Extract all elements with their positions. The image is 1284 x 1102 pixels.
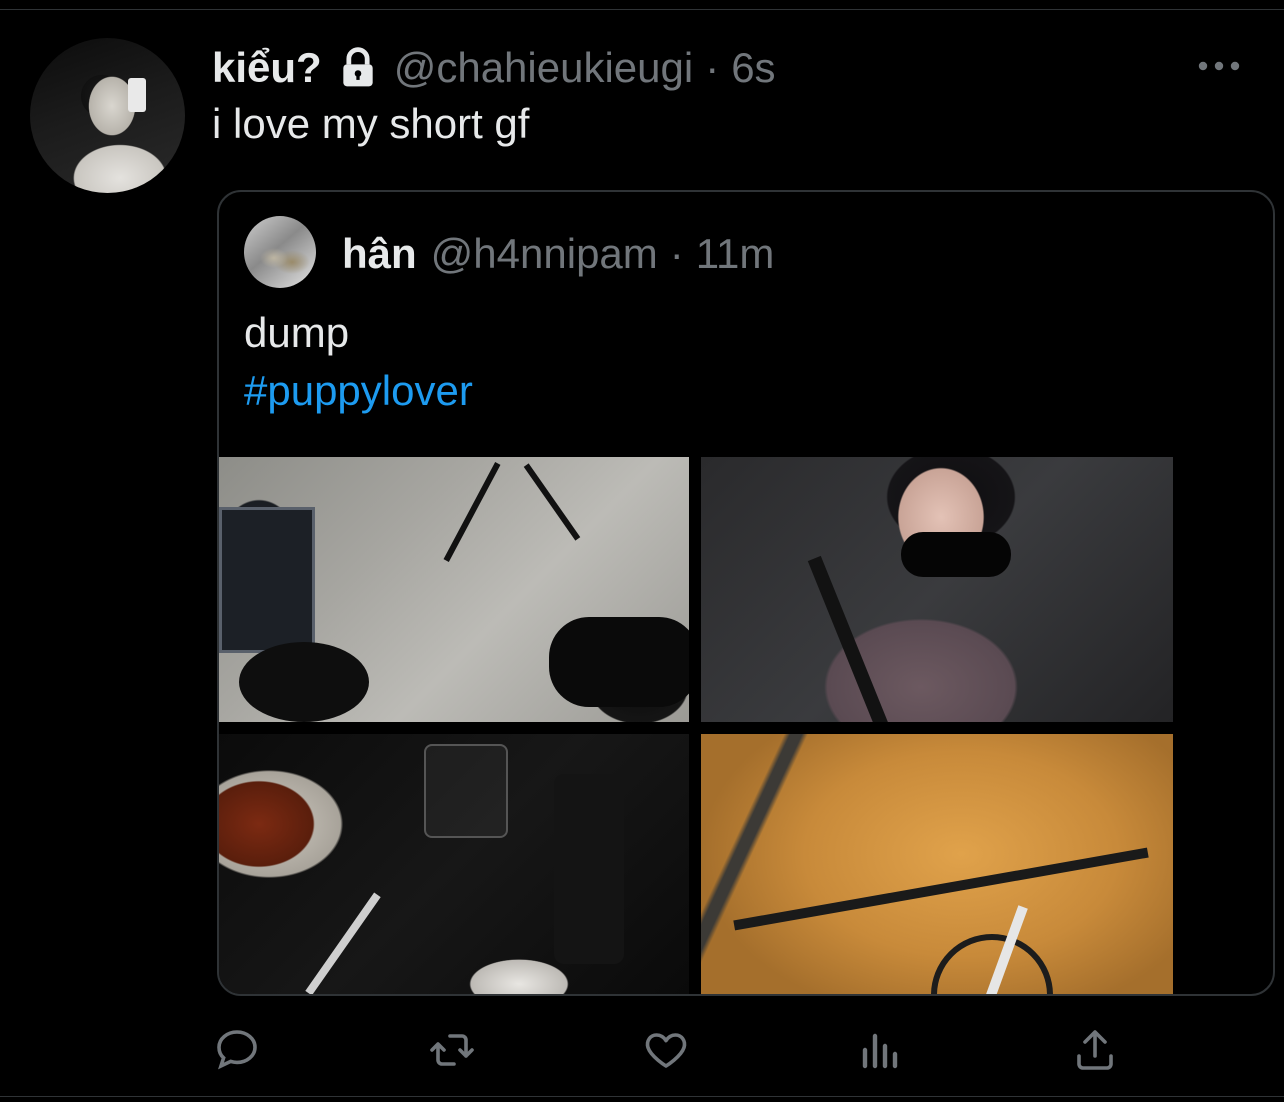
fork	[305, 892, 381, 994]
tweet-header: kiểu? @chahieukieugi · 6s	[212, 42, 776, 94]
quoted-timestamp: 11m	[695, 230, 775, 277]
like-icon[interactable]	[638, 1022, 694, 1078]
drinking-glass	[424, 744, 508, 838]
media-grid	[219, 457, 1173, 994]
share-icon[interactable]	[1067, 1022, 1123, 1078]
quoted-text: dump	[244, 309, 350, 356]
bag-strap	[807, 555, 889, 722]
drum	[239, 642, 369, 722]
quoted-avatar[interactable]	[244, 216, 316, 288]
tweet-text: i love my short gf	[212, 100, 530, 147]
stand-leg	[443, 462, 501, 562]
quoted-separator-dot: ·	[669, 230, 684, 277]
stand-leg	[523, 463, 581, 541]
bottle	[554, 774, 624, 964]
more-icon[interactable]	[1196, 56, 1242, 76]
photo-instruments[interactable]	[219, 457, 689, 722]
tweet-timestamp[interactable]: 6s	[731, 44, 775, 92]
reply-icon[interactable]	[209, 1022, 265, 1078]
photo-portrait[interactable]	[701, 457, 1173, 722]
separator-dot: ·	[705, 44, 720, 91]
lock-icon	[336, 46, 380, 90]
photo-dinner[interactable]	[219, 734, 689, 994]
action-bar	[0, 1022, 1284, 1078]
guitar	[549, 617, 689, 707]
sunglasses	[901, 532, 1011, 577]
quoted-header: hân @h4nnipam · 11m	[342, 228, 774, 280]
top-divider	[0, 9, 1284, 10]
photo-bicycle[interactable]	[701, 734, 1173, 994]
bottom-divider	[0, 1096, 1284, 1097]
avatar[interactable]	[30, 38, 185, 193]
analytics-icon[interactable]	[853, 1022, 909, 1078]
author-name[interactable]: kiểu?	[212, 44, 322, 92]
quoted-author-name: hân	[342, 230, 417, 277]
retweet-icon[interactable]	[424, 1022, 480, 1078]
amplifier	[219, 507, 315, 653]
hashtag-link[interactable]: #puppylover	[244, 362, 473, 420]
quoted-tweet[interactable]: hân @h4nnipam · 11m dump #puppylover	[217, 190, 1275, 996]
bike-handlebar	[733, 847, 1149, 931]
avatar-phone	[128, 78, 146, 112]
quoted-author-handle: @h4nnipam	[430, 230, 658, 277]
author-handle[interactable]: @chahieukieugi	[394, 44, 694, 92]
